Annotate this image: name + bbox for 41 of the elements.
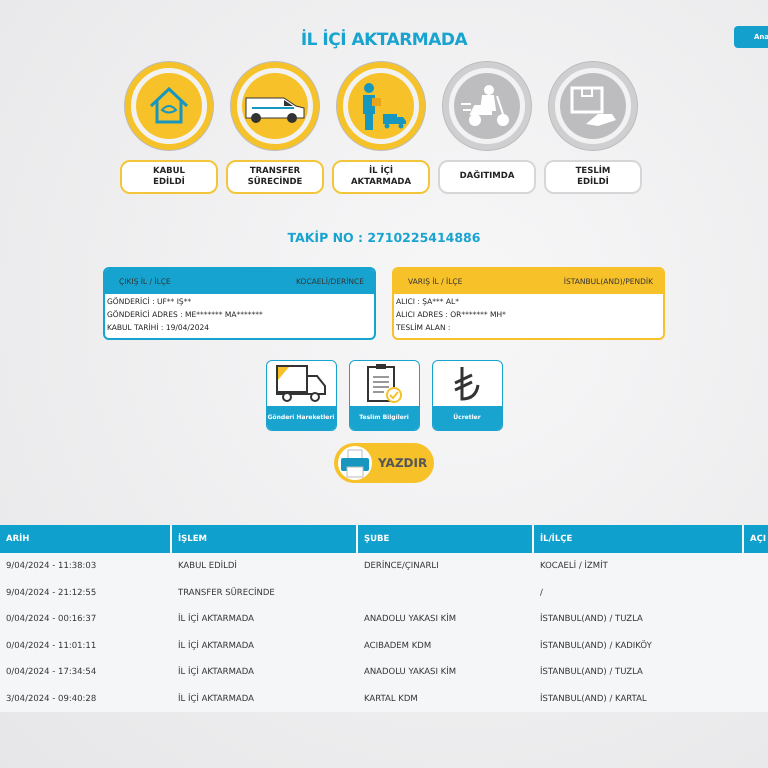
table-cell-text: DERİNCE/ÇINARLI <box>363 561 440 572</box>
clipboard-check-icon <box>364 362 404 404</box>
table-cell-text: KOCAELİ / İZMİT <box>539 561 609 572</box>
table-cell-text: KABUL EDİLDİ <box>177 561 238 572</box>
table-cell-text: 0/04/2024 - 17:34:54 <box>5 667 98 678</box>
truck-icon <box>275 364 327 404</box>
box-on-hand-icon <box>568 84 618 128</box>
table-cell-text: TRANSFER SÜRECİNDE <box>177 588 276 598</box>
column-header: ŞUBE <box>358 525 532 553</box>
step-label: KABUL EDİLDİ <box>120 160 218 194</box>
column-header: İŞLEM <box>172 525 356 553</box>
table-cell-text: / <box>539 588 544 598</box>
table-cell-text: İSTANBUL(AND) / KARTAL <box>539 694 648 704</box>
table-cell-text: ANADOLU YAKASI KİM <box>363 614 458 624</box>
table-cell-text: 0/04/2024 - 11:01:11 <box>5 640 98 651</box>
status-title: İL İÇİ AKTARMADA <box>300 30 468 50</box>
table-cell-text: İSTANBUL(AND) / KADIKÖY <box>539 640 653 651</box>
table-cell-text: İSTANBUL(AND) / TUZLA <box>539 667 644 678</box>
lira-icon <box>452 364 482 402</box>
step-label: TESLİM EDİLDİ <box>544 160 642 194</box>
column-header: İL/İLÇE <box>534 525 742 553</box>
table-cell-text: KARTAL KDM <box>363 694 419 704</box>
table-cell-text: ANADOLU YAKASI KİM <box>363 667 458 678</box>
step-label: DAĞITIMDA <box>438 160 536 194</box>
table-cell-text: 9/04/2024 - 21:12:55 <box>5 588 98 598</box>
step-label: İL İÇİ AKTARMADA <box>332 160 430 194</box>
table-cell-text: İL İÇİ AKTARMADA <box>177 694 255 704</box>
table-cell-text: ACIBADEM KDM <box>363 640 432 651</box>
table-cell-text: İL İÇİ AKTARMADA <box>177 640 255 651</box>
table-cell-text: 0/04/2024 - 00:16:37 <box>5 614 98 624</box>
tracking-number: TAKİP NO : 2710225414886 <box>288 230 480 245</box>
table-cell-text: 3/04/2024 - 09:40:28 <box>5 694 98 704</box>
printer-icon <box>338 446 372 480</box>
table-cell-text: İL İÇİ AKTARMADA <box>177 614 255 624</box>
print-button[interactable]: YAZDIR <box>334 443 434 483</box>
table-cell-text: İL İÇİ AKTARMADA <box>177 667 255 678</box>
table-cell-text: 9/04/2024 - 11:38:03 <box>5 561 98 572</box>
column-header: ARİH <box>0 525 170 553</box>
step-label: TRANSFER SÜRECİNDE <box>226 160 324 194</box>
table-cell-text: İSTANBUL(AND) / TUZLA <box>539 614 644 624</box>
column-header: AÇI <box>744 525 768 553</box>
